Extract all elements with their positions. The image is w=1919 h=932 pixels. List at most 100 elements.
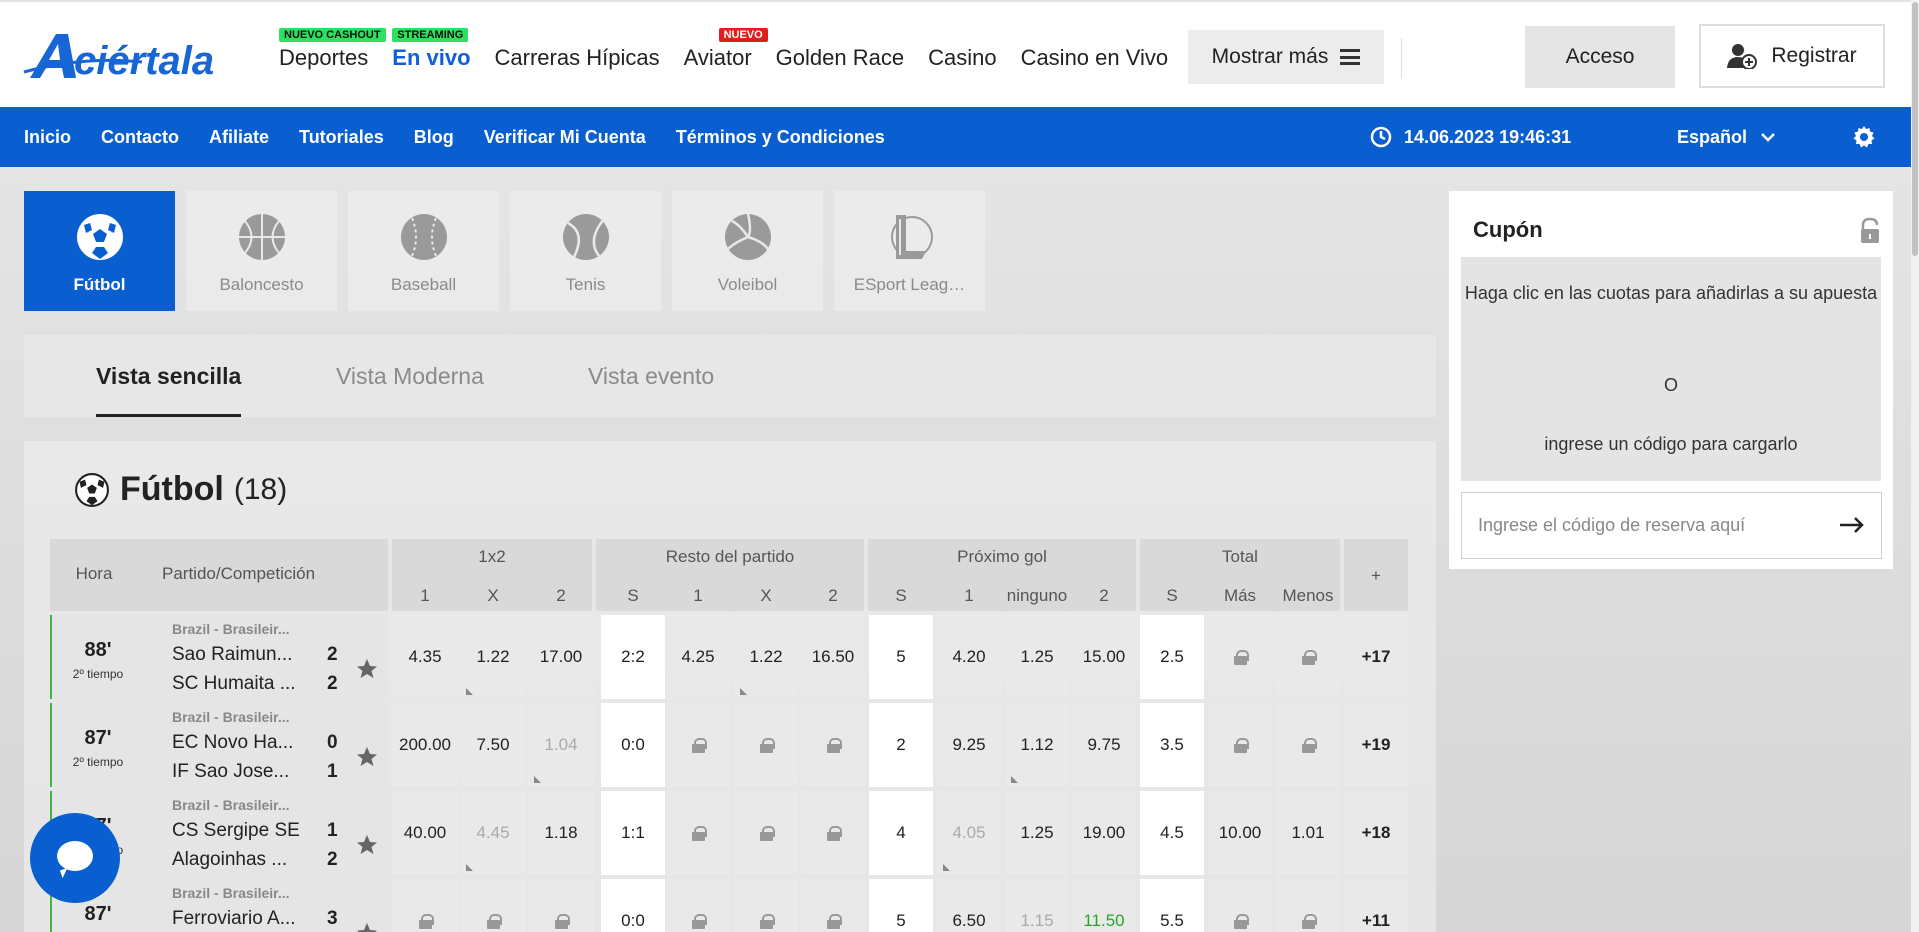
match-competition[interactable]: Brazil - Brasileir... xyxy=(172,797,290,813)
odd-rest[interactable] xyxy=(801,879,865,932)
odd-next-goal[interactable]: 1.12 xyxy=(1005,703,1069,787)
odd-1x2[interactable]: 4.35 xyxy=(392,615,458,699)
favorite-star-icon[interactable] xyxy=(355,657,379,681)
odd-1x2[interactable] xyxy=(528,879,594,932)
sport-tile-tenis[interactable]: Tenis xyxy=(510,191,661,311)
unlock-icon[interactable] xyxy=(1859,217,1881,245)
match-competition[interactable]: Brazil - Brasileir... xyxy=(172,621,290,637)
odd-1x2[interactable]: 1.04 xyxy=(528,703,594,787)
odd-next-goal[interactable]: 1.25 xyxy=(1005,791,1069,875)
odd-rest[interactable] xyxy=(666,879,730,932)
odd-total[interactable] xyxy=(1208,615,1272,699)
odd-rest[interactable] xyxy=(801,791,865,875)
odd-rest[interactable] xyxy=(734,703,798,787)
favorite-star-icon[interactable] xyxy=(355,921,379,932)
booking-code-input[interactable] xyxy=(1462,493,1822,558)
tab-vista-moderna[interactable]: Vista Moderna xyxy=(336,363,484,390)
register-button[interactable]: Registrar xyxy=(1699,24,1885,88)
away-team[interactable]: Alagoinhas ... xyxy=(172,849,287,871)
sport-tile-baloncesto[interactable]: Baloncesto xyxy=(186,191,337,311)
tab-vista-sencilla[interactable]: Vista sencilla xyxy=(96,363,241,390)
odd-total[interactable]: 1.01 xyxy=(1276,791,1340,875)
subnav-blog[interactable]: Blog xyxy=(414,127,454,148)
more-markets-button[interactable]: +17 xyxy=(1344,615,1408,699)
match-competition[interactable]: Brazil - Brasileir... xyxy=(172,709,290,725)
home-team[interactable]: Ferroviario A... xyxy=(172,908,296,930)
show-more-button[interactable]: Mostrar más xyxy=(1188,30,1384,84)
coupon-msg-line1: Haga clic en las cuotas para añadirlas a… xyxy=(1464,283,1878,303)
odd-next-goal[interactable]: 9.25 xyxy=(937,703,1001,787)
odd-rest[interactable] xyxy=(666,791,730,875)
odd-1x2[interactable]: 17.00 xyxy=(528,615,594,699)
odd-1x2[interactable] xyxy=(392,879,458,932)
odd-rest[interactable]: 16.50 xyxy=(801,615,865,699)
more-markets-button[interactable]: +11 xyxy=(1344,879,1408,932)
favorite-star-icon[interactable] xyxy=(355,745,379,769)
odd-1x2[interactable]: 1.18 xyxy=(528,791,594,875)
odd-total[interactable] xyxy=(1276,879,1340,932)
odd-total[interactable]: 10.00 xyxy=(1208,791,1272,875)
brand-logo[interactable]: ciértala xyxy=(22,26,242,86)
subnav-tutoriales[interactable]: Tutoriales xyxy=(299,127,384,148)
sport-tile-baseball[interactable]: Baseball xyxy=(348,191,499,311)
more-markets-button[interactable]: +18 xyxy=(1344,791,1408,875)
odd-rest[interactable] xyxy=(666,703,730,787)
tab-vista-evento[interactable]: Vista evento xyxy=(588,363,714,390)
odd-next-goal[interactable]: 11.50 xyxy=(1072,879,1136,932)
odd-total[interactable] xyxy=(1276,703,1340,787)
nav-casino-en-vivo[interactable]: Casino en Vivo xyxy=(1021,41,1169,71)
sport-tile-voleibol[interactable]: Voleibol xyxy=(672,191,823,311)
odd-rest[interactable] xyxy=(734,879,798,932)
next-goal-number-value: 5 xyxy=(896,911,906,930)
away-team[interactable]: SC Humaita ... xyxy=(172,673,296,695)
subnav-terminos[interactable]: Términos y Condiciones xyxy=(676,127,885,148)
odd-next-goal[interactable]: 1.15 xyxy=(1005,879,1069,932)
odd-1x2[interactable]: 40.00 xyxy=(392,791,458,875)
subnav-contacto[interactable]: Contacto xyxy=(101,127,179,148)
sport-tile-futbol[interactable]: Fútbol xyxy=(24,191,175,311)
odd-total[interactable] xyxy=(1276,615,1340,699)
arrow-right-icon[interactable] xyxy=(1838,513,1866,537)
favorite-star-icon[interactable] xyxy=(355,833,379,857)
away-team[interactable]: IF Sao Jose... xyxy=(172,761,289,783)
odd-next-goal[interactable]: 4.05 xyxy=(937,791,1001,875)
nav-aviator[interactable]: NUEVO Aviator xyxy=(684,27,768,71)
odd-next-goal[interactable]: 4.20 xyxy=(937,615,1001,699)
scrollbar-thumb[interactable] xyxy=(1912,2,1918,256)
odd-next-goal[interactable]: 1.25 xyxy=(1005,615,1069,699)
nav-deportes[interactable]: NUEVO CASHOUT Deportes xyxy=(279,27,386,71)
more-markets-button[interactable]: +19 xyxy=(1344,703,1408,787)
odd-1x2[interactable]: 7.50 xyxy=(460,703,526,787)
subnav-inicio[interactable]: Inicio xyxy=(24,127,71,148)
odd-next-goal[interactable]: 19.00 xyxy=(1072,791,1136,875)
odd-rest[interactable]: 4.25 xyxy=(666,615,730,699)
odd-rest[interactable]: 1.22 xyxy=(734,615,798,699)
odd-rest[interactable] xyxy=(801,703,865,787)
odd-total[interactable] xyxy=(1208,703,1272,787)
odd-1x2[interactable]: 200.00 xyxy=(392,703,458,787)
chat-button[interactable] xyxy=(30,813,120,903)
subnav-verificar-cuenta[interactable]: Verificar Mi Cuenta xyxy=(484,127,646,148)
sport-tile-esport[interactable]: ESport Leag… xyxy=(834,191,985,311)
home-team[interactable]: Sao Raimun... xyxy=(172,644,292,666)
language-selector[interactable]: Español xyxy=(1677,107,1775,167)
odd-rest[interactable] xyxy=(734,791,798,875)
odd-total[interactable] xyxy=(1208,879,1272,932)
nav-casino[interactable]: Casino xyxy=(928,41,996,71)
odd-next-goal[interactable]: 9.75 xyxy=(1072,703,1136,787)
nav-carreras-hipicas[interactable]: Carreras Hípicas xyxy=(495,41,660,71)
gear-icon[interactable] xyxy=(1852,125,1876,149)
login-button[interactable]: Acceso xyxy=(1525,26,1675,88)
home-team[interactable]: EC Novo Ha... xyxy=(172,732,293,754)
odd-1x2[interactable] xyxy=(460,879,526,932)
odd-next-goal[interactable]: 15.00 xyxy=(1072,615,1136,699)
match-competition[interactable]: Brazil - Brasileir... xyxy=(172,885,290,901)
subheader-1x2-1: X xyxy=(487,586,499,605)
odd-next-goal[interactable]: 6.50 xyxy=(937,879,1001,932)
nav-en-vivo[interactable]: STREAMING En vivo xyxy=(392,27,471,71)
odd-1x2[interactable]: 1.22 xyxy=(460,615,526,699)
subnav-afiliate[interactable]: Afiliate xyxy=(209,127,269,148)
nav-golden-race[interactable]: Golden Race xyxy=(776,41,904,71)
odd-1x2[interactable]: 4.45 xyxy=(460,791,526,875)
home-team[interactable]: CS Sergipe SE xyxy=(172,820,300,842)
